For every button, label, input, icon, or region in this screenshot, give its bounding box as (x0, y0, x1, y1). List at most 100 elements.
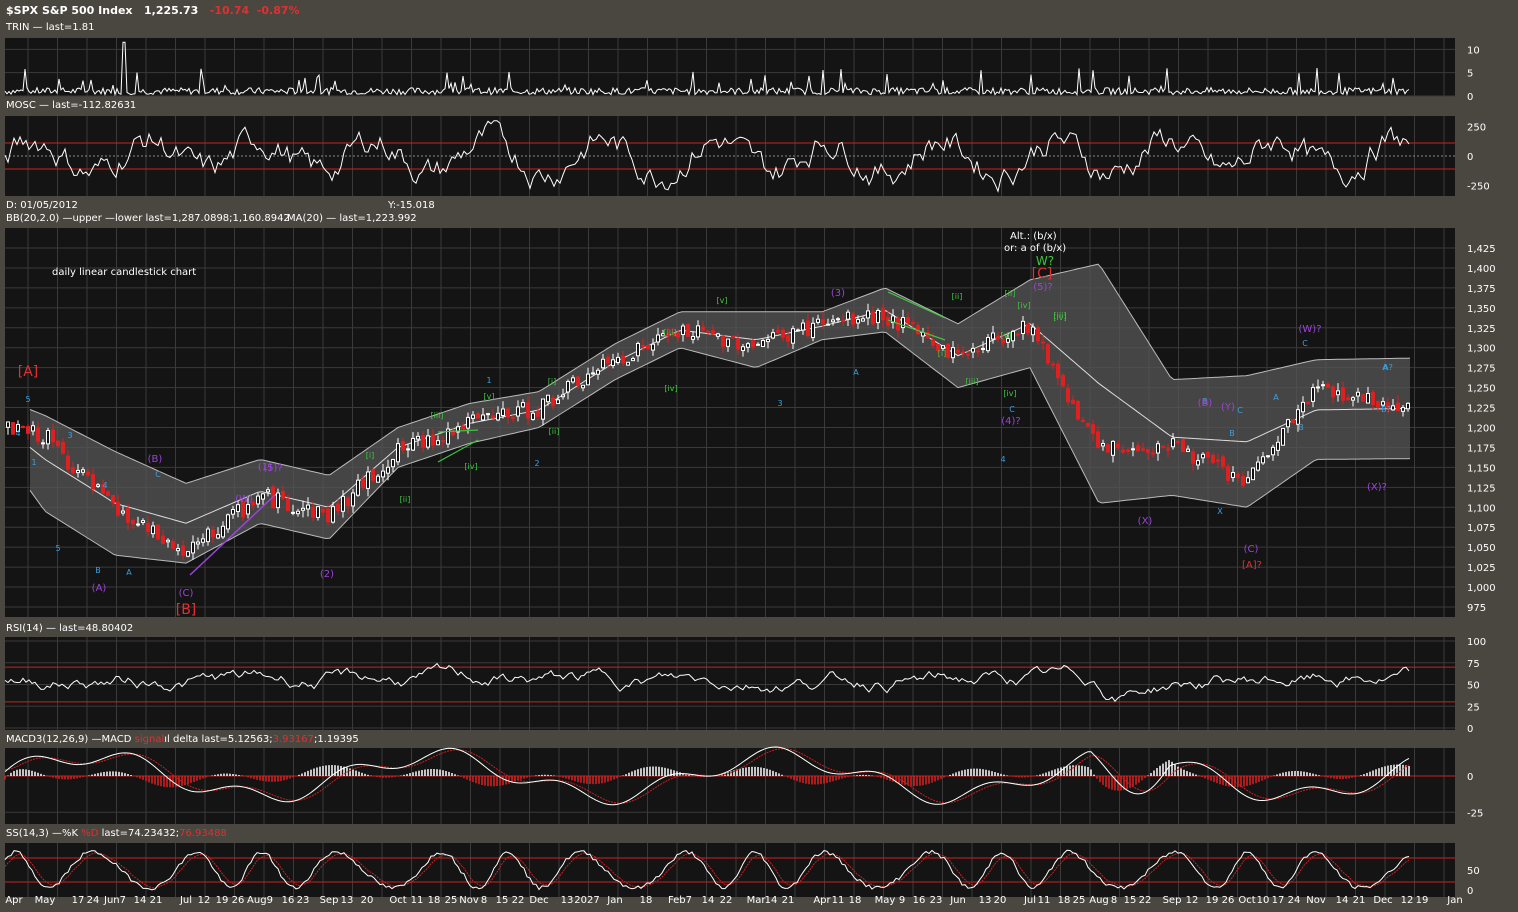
candle-body-80 (406, 448, 410, 451)
candle-body-45 (231, 508, 235, 515)
wave-label-blue-11: A (126, 568, 132, 577)
wave-label-red-3: [A]? (1242, 560, 1262, 571)
candle-body-209 (1051, 363, 1055, 366)
wave-label-blue-5: B (95, 566, 101, 575)
candle-body-73 (371, 469, 375, 481)
candle-body-95 (481, 414, 485, 421)
candle-body-249 (1251, 467, 1255, 481)
candle-body-121 (611, 359, 615, 367)
x-axis-label-5: 14 (134, 895, 147, 906)
candle-body-42 (216, 534, 220, 539)
candle-body-1 (11, 422, 15, 435)
candle-body-265 (1331, 386, 1335, 398)
alt-note-2: or: a of (b/x) (1004, 243, 1067, 254)
candle-body-255 (1281, 427, 1285, 446)
candle-body-226 (1136, 445, 1140, 452)
candle-body-165 (831, 319, 835, 323)
candle-body-103 (521, 402, 525, 408)
x-axis-label-58: Oct (1238, 895, 1255, 906)
candle-body-92 (466, 416, 470, 429)
candle-body-280 (1406, 402, 1410, 410)
wave-label-green-16: [iv] (1017, 301, 1030, 310)
candle-body-46 (236, 504, 240, 513)
candle-body-235 (1181, 439, 1185, 453)
candle-body-87 (441, 440, 445, 443)
wave-label-red-0: [A] (18, 364, 39, 380)
x-axis-label-43: Jun (949, 895, 966, 906)
candle-body-245 (1231, 472, 1235, 478)
x-axis-label-22: 8 (481, 895, 487, 906)
candle-body-18 (96, 484, 100, 487)
candle-body-65 (331, 506, 335, 523)
x-axis-label-68: Jan (1446, 895, 1462, 906)
x-axis-label-64: 21 (1353, 895, 1366, 906)
candle-body-216 (1086, 422, 1090, 427)
candle-body-202 (1016, 333, 1020, 336)
candle-body-238 (1196, 460, 1200, 466)
x-axis-label-67: 19 (1416, 895, 1429, 906)
candle-body-234 (1176, 440, 1180, 443)
x-axis-label-29: 18 (640, 895, 653, 906)
x-axis-label-2: 17 (72, 895, 85, 906)
candle-body-173 (871, 311, 875, 325)
x-axis-label-27: 2027 (574, 895, 599, 906)
candle-body-137 (691, 336, 695, 340)
candle-body-84 (426, 435, 430, 448)
candle-body-138 (696, 325, 700, 338)
candle-body-213 (1071, 399, 1075, 405)
candle-body-125 (631, 358, 635, 362)
candle-body-264 (1326, 384, 1330, 388)
mosc-tick-0: 250 (1467, 123, 1486, 134)
candle-body-58 (296, 510, 300, 515)
wave-label-blue-10: 3 (777, 399, 782, 408)
candle-body-154 (776, 329, 780, 333)
price-tick-7: 1,250 (1467, 384, 1496, 395)
x-axis-label-42: 23 (930, 895, 943, 906)
candle-body-82 (416, 435, 420, 440)
wave-label-green-17: [v] (1001, 331, 1012, 340)
wave-label-blue-18: A (1273, 393, 1279, 402)
candle-body-146 (736, 338, 740, 350)
candle-body-199 (1001, 339, 1005, 344)
x-axis-label-21: Nov (459, 895, 479, 906)
candle-body-233 (1171, 438, 1175, 448)
candle-body-174 (876, 309, 880, 324)
candle-body-79 (401, 441, 405, 451)
candle-body-224 (1126, 449, 1130, 452)
candle-body-141 (711, 330, 715, 335)
x-axis-label-45: 20 (994, 895, 1007, 906)
candle-body-5 (31, 425, 35, 432)
candle-body-176 (886, 316, 890, 326)
x-axis-label-59: 10 (1257, 895, 1270, 906)
candle-body-180 (906, 317, 910, 324)
candle-body-105 (531, 412, 535, 420)
x-axis-label-34: 14 (765, 895, 778, 906)
price-tick-18: 975 (1467, 603, 1486, 614)
x-axis-label-32: 22 (720, 895, 733, 906)
candle-body-94 (476, 413, 480, 419)
candle-body-240 (1206, 451, 1210, 458)
candle-body-126 (636, 342, 640, 357)
candle-body-223 (1121, 449, 1125, 453)
candle-body-134 (676, 332, 680, 338)
candle-body-120 (606, 356, 610, 364)
candle-body-227 (1141, 448, 1145, 451)
macd-tick-0: 0 (1467, 772, 1473, 783)
candle-body-159 (801, 322, 805, 331)
candle-body-114 (576, 376, 580, 387)
candle-body-33 (171, 541, 175, 549)
candle-body-251 (1261, 456, 1265, 464)
candle-body-150 (756, 343, 760, 346)
price-note: daily linear candlestick chart (52, 267, 197, 278)
candle-body-211 (1061, 374, 1065, 387)
x-axis-label-48: 18 (1058, 895, 1071, 906)
candle-body-193 (971, 347, 975, 353)
candle-body-41 (211, 529, 215, 538)
candle-body-96 (486, 413, 490, 416)
candle-body-3 (21, 425, 25, 428)
candle-body-187 (941, 345, 945, 349)
candle-body-104 (526, 402, 530, 419)
candle-body-0 (6, 421, 10, 428)
candle-body-77 (391, 459, 395, 468)
rsi-tick-0: 100 (1467, 637, 1486, 648)
